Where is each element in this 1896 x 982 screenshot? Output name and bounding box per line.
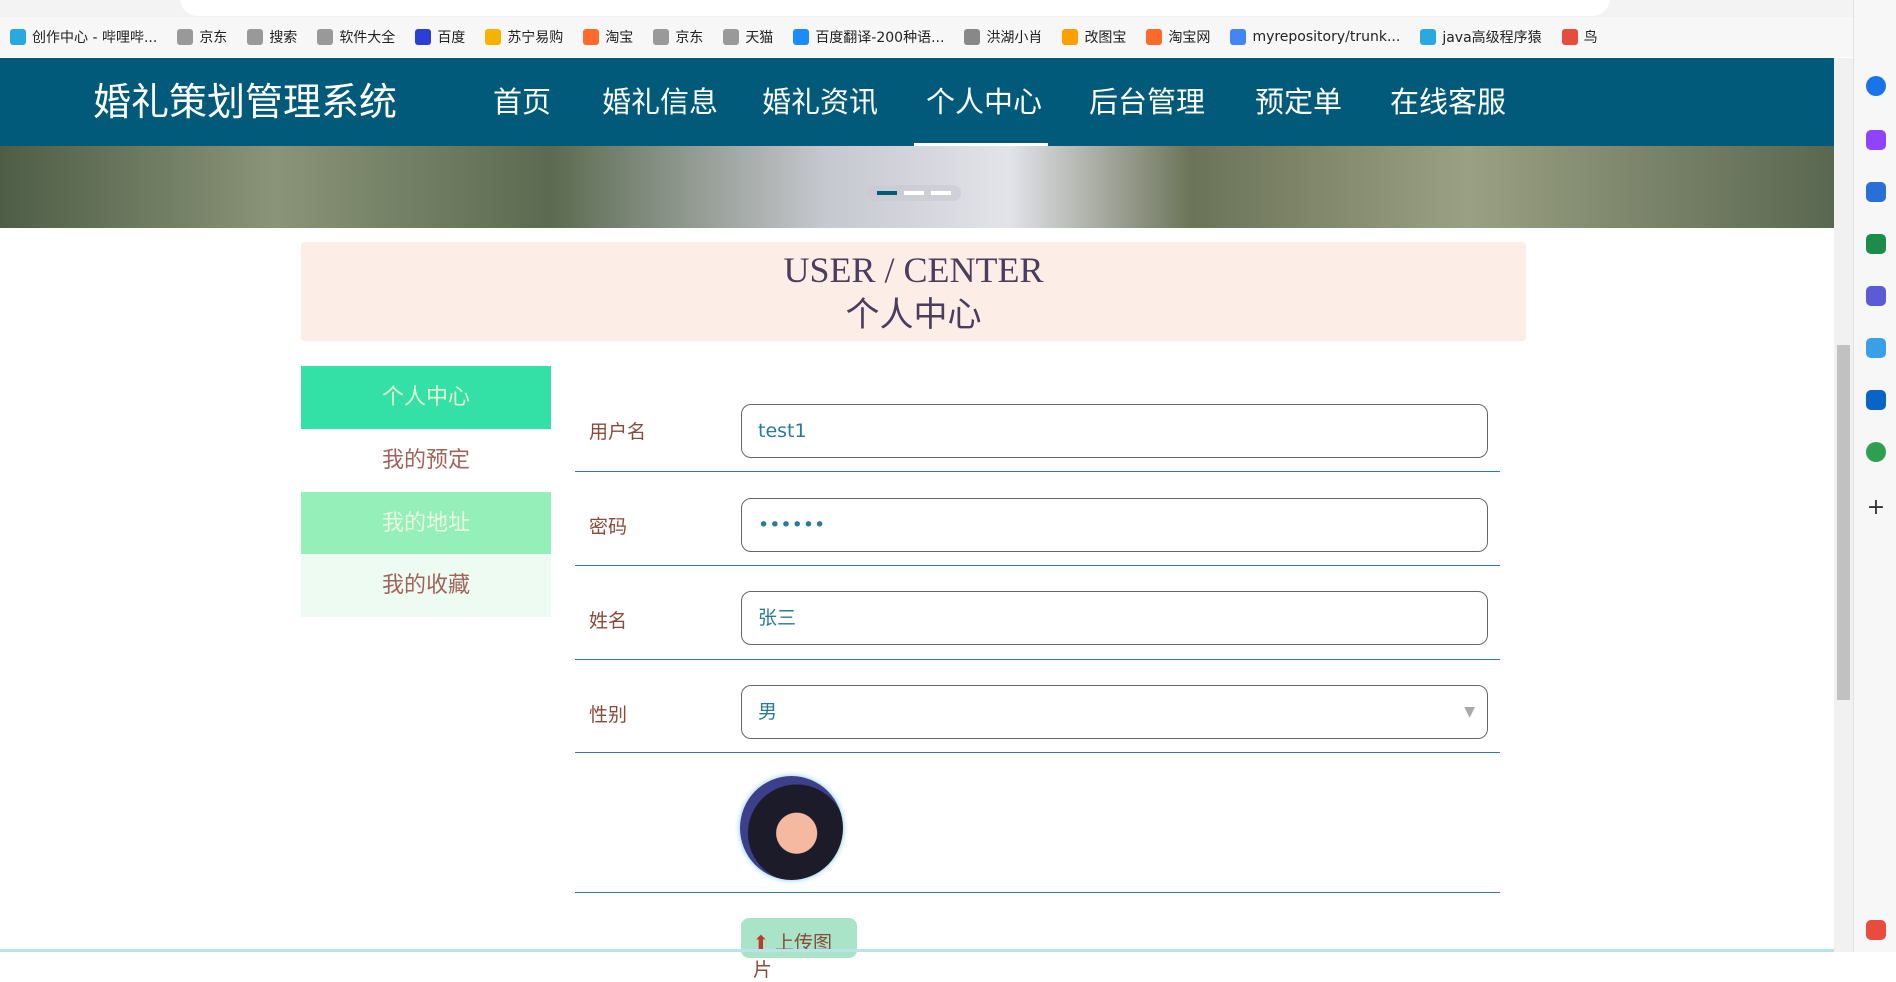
bookmark-label: 苏宁易购 [507, 30, 564, 46]
bookmark-item[interactable]: 京东 [653, 27, 703, 47]
bookmark-item[interactable]: 苏宁易购 [485, 27, 563, 47]
site-title: 婚礼策划管理系统 [93, 80, 398, 124]
carousel-dot[interactable] [931, 191, 951, 195]
bookmark-item[interactable]: 天猫 [723, 27, 773, 47]
bookmark-item[interactable]: 软件大全 [317, 27, 395, 47]
bookmark-item[interactable]: 创作中心 - 哔哩哔... [10, 27, 157, 47]
gender-select[interactable]: 男 ▼ [741, 685, 1488, 739]
bookmark-icon [1062, 29, 1079, 45]
bookmark-label: 洪湖小肖 [986, 30, 1043, 46]
nav-customer-service[interactable]: 在线客服 [1390, 84, 1506, 120]
bookmark-label: 淘宝网 [1168, 30, 1211, 46]
bookmark-item[interactable]: 改图宝 [1062, 27, 1126, 47]
browser-toolbar [0, 0, 1896, 17]
nav-home[interactable]: 首页 [493, 84, 551, 120]
bookmark-item[interactable]: 京东 [177, 27, 227, 47]
scrollbar-thumb[interactable] [1837, 345, 1850, 700]
tag-icon[interactable] [1866, 182, 1886, 202]
section-header: USER / CENTER 个人中心 [301, 242, 1526, 341]
bookmark-item[interactable]: 洪湖小肖 [964, 27, 1042, 47]
menu-user-center[interactable]: 个人中心 [301, 366, 551, 429]
bookmark-label: 创作中心 - 哔哩哔... [32, 30, 158, 46]
bookmark-icon [10, 29, 26, 45]
bookmark-icon [317, 29, 334, 45]
name-label: 姓名 [589, 610, 628, 632]
username-input[interactable]: test1 [741, 404, 1488, 458]
form-row-gender: 性别 男 ▼ [575, 660, 1500, 753]
carousel-dot[interactable] [904, 191, 924, 195]
toolbox-icon[interactable] [1866, 234, 1886, 254]
bookmark-item[interactable]: 淘宝 [583, 27, 633, 47]
bookmark-icon [653, 29, 670, 45]
bookmark-icon [1230, 29, 1247, 45]
menu-my-favorites[interactable]: 我的收藏 [301, 554, 551, 617]
bookmark-icon [247, 29, 264, 45]
username-label: 用户名 [589, 421, 647, 443]
form-row-password: 密码 •••••• [575, 472, 1500, 566]
bookmark-item[interactable]: 淘宝网 [1146, 27, 1210, 47]
bookmark-label: 京东 [675, 30, 704, 46]
gender-label: 性别 [589, 704, 628, 726]
bookmark-label: 淘宝 [605, 30, 634, 46]
bookmark-item[interactable]: java高级程序猿 [1420, 27, 1542, 47]
address-bar[interactable] [180, 0, 1610, 16]
upload-image-button[interactable]: ⬆ 上传图片 [741, 918, 857, 981]
carousel-dots[interactable] [867, 185, 961, 201]
bookmark-item[interactable]: 百度翻译-200种语... [793, 27, 944, 47]
bookmark-item[interactable]: 搜索 [247, 27, 297, 47]
gender-value: 男 [758, 701, 778, 723]
search-icon[interactable] [1866, 76, 1886, 96]
bookmark-label: 软件大全 [339, 30, 396, 46]
bookmarks-bar: 创作中心 - 哔哩哔... 京东 搜索 软件大全 百度 苏宁易购 淘宝 京东 天猫 百度翻译-20… [0, 17, 1896, 57]
bookmark-label: myrepository/trunk... [1252, 29, 1401, 45]
avatar [740, 776, 843, 880]
nav-wedding-info[interactable]: 婚礼信息 [602, 84, 718, 120]
bookmark-icon [415, 29, 432, 45]
bookmark-item[interactable]: myrepository/trunk... [1230, 29, 1400, 45]
header-cn: 个人中心 [845, 297, 982, 334]
form-row-username: 用户名 test1 [575, 380, 1500, 472]
nav-wedding-news[interactable]: 婚礼资讯 [762, 84, 878, 120]
bookmark-item[interactable]: 鸟 [1561, 27, 1598, 47]
sogou-icon[interactable] [1866, 920, 1886, 940]
bookmark-label: 改图宝 [1084, 30, 1127, 46]
form-row-avatar [575, 753, 1500, 893]
bookmark-label: 京东 [199, 30, 228, 46]
bookmark-icon [485, 29, 502, 45]
bookmark-icon [723, 29, 740, 45]
bookmark-label: java高级程序猿 [1442, 30, 1542, 46]
bookmark-label: 百度翻译-200种语... [815, 30, 945, 46]
tree-icon[interactable] [1866, 442, 1886, 462]
outlook-icon[interactable] [1866, 390, 1886, 410]
nav-admin[interactable]: 后台管理 [1089, 84, 1205, 120]
add-icon[interactable]: + [1866, 497, 1886, 519]
menu-my-bookings[interactable]: 我的预定 [301, 429, 551, 492]
password-input[interactable]: •••••• [741, 498, 1488, 552]
bookmark-label: 鸟 [1583, 30, 1598, 46]
edge-sidebar: + [1853, 0, 1896, 952]
bookmark-label: 天猫 [745, 30, 774, 46]
menu-my-address[interactable]: 我的地址 [301, 492, 551, 555]
bookmark-label: 搜索 [269, 30, 298, 46]
bookmark-icon [1146, 29, 1163, 45]
bookmark-item[interactable]: 百度 [415, 27, 465, 47]
bookmark-icon [1420, 29, 1437, 45]
bookmark-icon [583, 29, 600, 45]
chevron-down-icon: ▼ [1464, 704, 1475, 720]
header-en: USER / CENTER [783, 250, 1044, 290]
carousel-dot[interactable] [877, 191, 897, 195]
nav-orders[interactable]: 预定单 [1255, 84, 1342, 120]
bookmark-icon [964, 29, 981, 45]
bookmark-icon [1561, 29, 1578, 45]
bookmark-label: 百度 [437, 30, 466, 46]
games-icon[interactable] [1866, 286, 1886, 306]
bookmark-icon [793, 29, 810, 45]
password-label: 密码 [589, 516, 628, 538]
copilot-icon[interactable] [1866, 130, 1886, 150]
name-input[interactable]: 张三 [741, 591, 1488, 645]
bookmark-icon [177, 29, 194, 45]
form-row-name: 姓名 张三 [575, 566, 1500, 660]
office-icon[interactable] [1866, 338, 1886, 358]
nav-user-center[interactable]: 个人中心 [926, 84, 1042, 120]
